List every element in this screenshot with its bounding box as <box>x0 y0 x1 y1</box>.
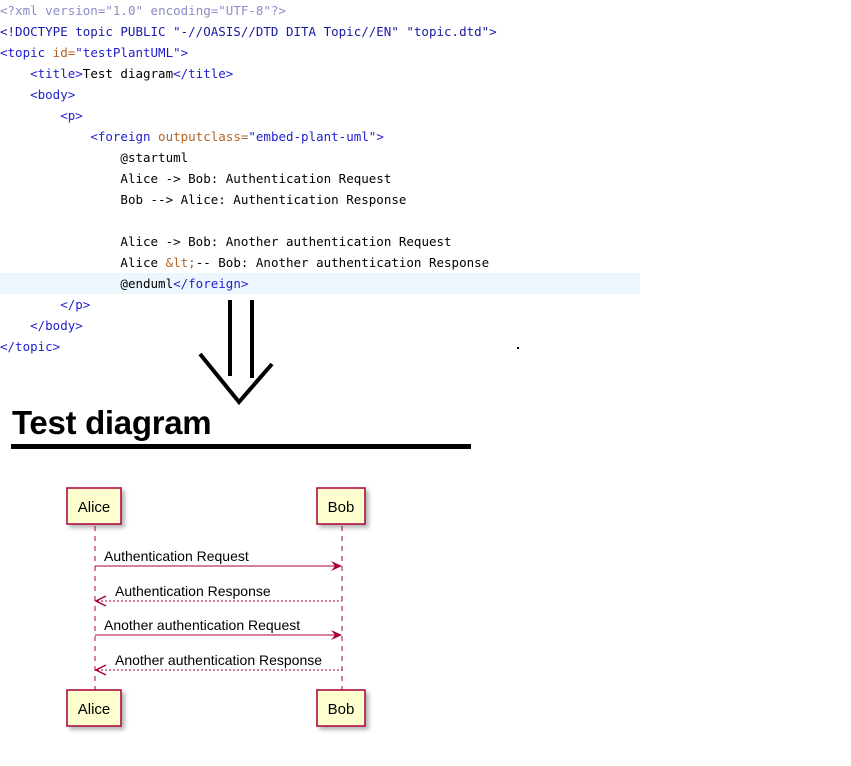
xml-decl-version-attr: version= <box>45 3 106 18</box>
message-3: Another authentication Request <box>95 617 342 640</box>
topic-close-tag: </topic> <box>0 339 61 354</box>
uml-line-4-end: -- Bob: Another authentication Response <box>195 255 490 270</box>
enduml-text: @enduml <box>120 276 174 291</box>
participant-bob-bottom-label: Bob <box>328 701 355 718</box>
code-line-body-close: </body> <box>0 315 640 336</box>
code-line-title: <title>Test diagram</title> <box>0 63 640 84</box>
code-line-enduml[interactable]: @enduml</foreign> <box>0 273 640 294</box>
foreign-open-tag: <foreign <box>90 129 151 144</box>
uml-line-2: Bob --> Alice: Authentication Response <box>120 192 407 207</box>
code-line-uml-3: Alice -> Bob: Another authentication Req… <box>0 231 640 252</box>
foreign-close-tag: </foreign> <box>173 276 249 291</box>
startuml-text: @startuml <box>120 150 189 165</box>
code-line-uml-2: Bob --> Alice: Authentication Response <box>0 189 640 210</box>
participant-alice-top-label: Alice <box>78 499 111 516</box>
code-line-p-close: </p> <box>0 294 640 315</box>
rendered-topic-title: Test diagram <box>12 404 212 441</box>
foreign-outputclass-attr: outputclass= <box>150 129 249 144</box>
code-line-uml-4: Alice &lt;-- Bob: Another authentication… <box>0 252 640 273</box>
participant-bob-bottom: Bob <box>316 689 366 727</box>
participant-bob-top: Bob <box>316 487 366 525</box>
xml-decl-encoding-attr: encoding= <box>143 3 219 18</box>
doctype-text: <!DOCTYPE topic PUBLIC "-//OASIS//DTD DI… <box>0 24 497 39</box>
foreign-outputclass-val: "embed-plant-uml" <box>248 129 377 144</box>
double-down-arrow-icon <box>198 300 274 406</box>
message-2-label: Authentication Response <box>115 583 271 599</box>
code-line-startuml: @startuml <box>0 147 640 168</box>
code-line-doctype: <!DOCTYPE topic PUBLIC "-//OASIS//DTD DI… <box>0 21 640 42</box>
sequence-diagram: Alice Bob Alice Bob Authentication Reque… <box>66 487 366 727</box>
message-2: Authentication Response <box>94 583 342 607</box>
message-3-label: Another authentication Request <box>104 617 300 633</box>
title-close-tag: </title> <box>173 66 234 81</box>
p-open-tag: <p> <box>60 108 83 123</box>
title-text: Test diagram <box>82 66 174 81</box>
uml-line-4-entity: &lt; <box>165 255 196 270</box>
xml-decl-end: ?> <box>270 3 287 18</box>
message-4: Another authentication Response <box>94 652 342 676</box>
message-4-label: Another authentication Response <box>115 652 322 668</box>
message-1: Authentication Request <box>95 548 342 571</box>
uml-line-3: Alice -> Bob: Another authentication Req… <box>120 234 452 249</box>
code-line-topic-close: </topic> <box>0 336 640 357</box>
topic-id-val: "testPlantUML" <box>75 45 181 60</box>
participant-alice-bottom-label: Alice <box>78 701 111 718</box>
stray-dot <box>517 347 519 349</box>
title-open-tag: <title> <box>30 66 83 81</box>
code-line-uml-1: Alice -> Bob: Authentication Request <box>0 168 640 189</box>
body-open-tag: <body> <box>30 87 76 102</box>
p-close-tag: </p> <box>60 297 91 312</box>
code-line-foreign-open: <foreign outputclass="embed-plant-uml"> <box>0 126 640 147</box>
xml-decl-version-val: "1.0" <box>105 3 144 18</box>
participant-alice-top: Alice <box>66 487 122 525</box>
topic-open-end: > <box>180 45 189 60</box>
foreign-open-end: > <box>376 129 384 144</box>
title-underline <box>11 444 471 449</box>
participant-alice-bottom: Alice <box>66 689 122 727</box>
body-close-tag: </body> <box>30 318 83 333</box>
message-1-label: Authentication Request <box>104 548 249 564</box>
code-line-xml-declaration: <?xml version="1.0" encoding="UTF-8"?> <box>0 0 640 21</box>
code-line-p-open: <p> <box>0 105 640 126</box>
topic-open-tag: <topic <box>0 45 46 60</box>
code-line-topic-open: <topic id="testPlantUML"> <box>0 42 640 63</box>
uml-line-1: Alice -> Bob: Authentication Request <box>120 171 392 186</box>
code-line-body-open: <body> <box>0 84 640 105</box>
participant-bob-top-label: Bob <box>328 499 355 516</box>
uml-line-4-start: Alice <box>120 255 166 270</box>
xml-decl-start: <?xml <box>0 3 46 18</box>
xml-decl-encoding-val: "UTF-8" <box>218 3 271 18</box>
xml-source-code: <?xml version="1.0" encoding="UTF-8"?> <… <box>0 0 640 357</box>
topic-id-attr: id= <box>45 45 76 60</box>
